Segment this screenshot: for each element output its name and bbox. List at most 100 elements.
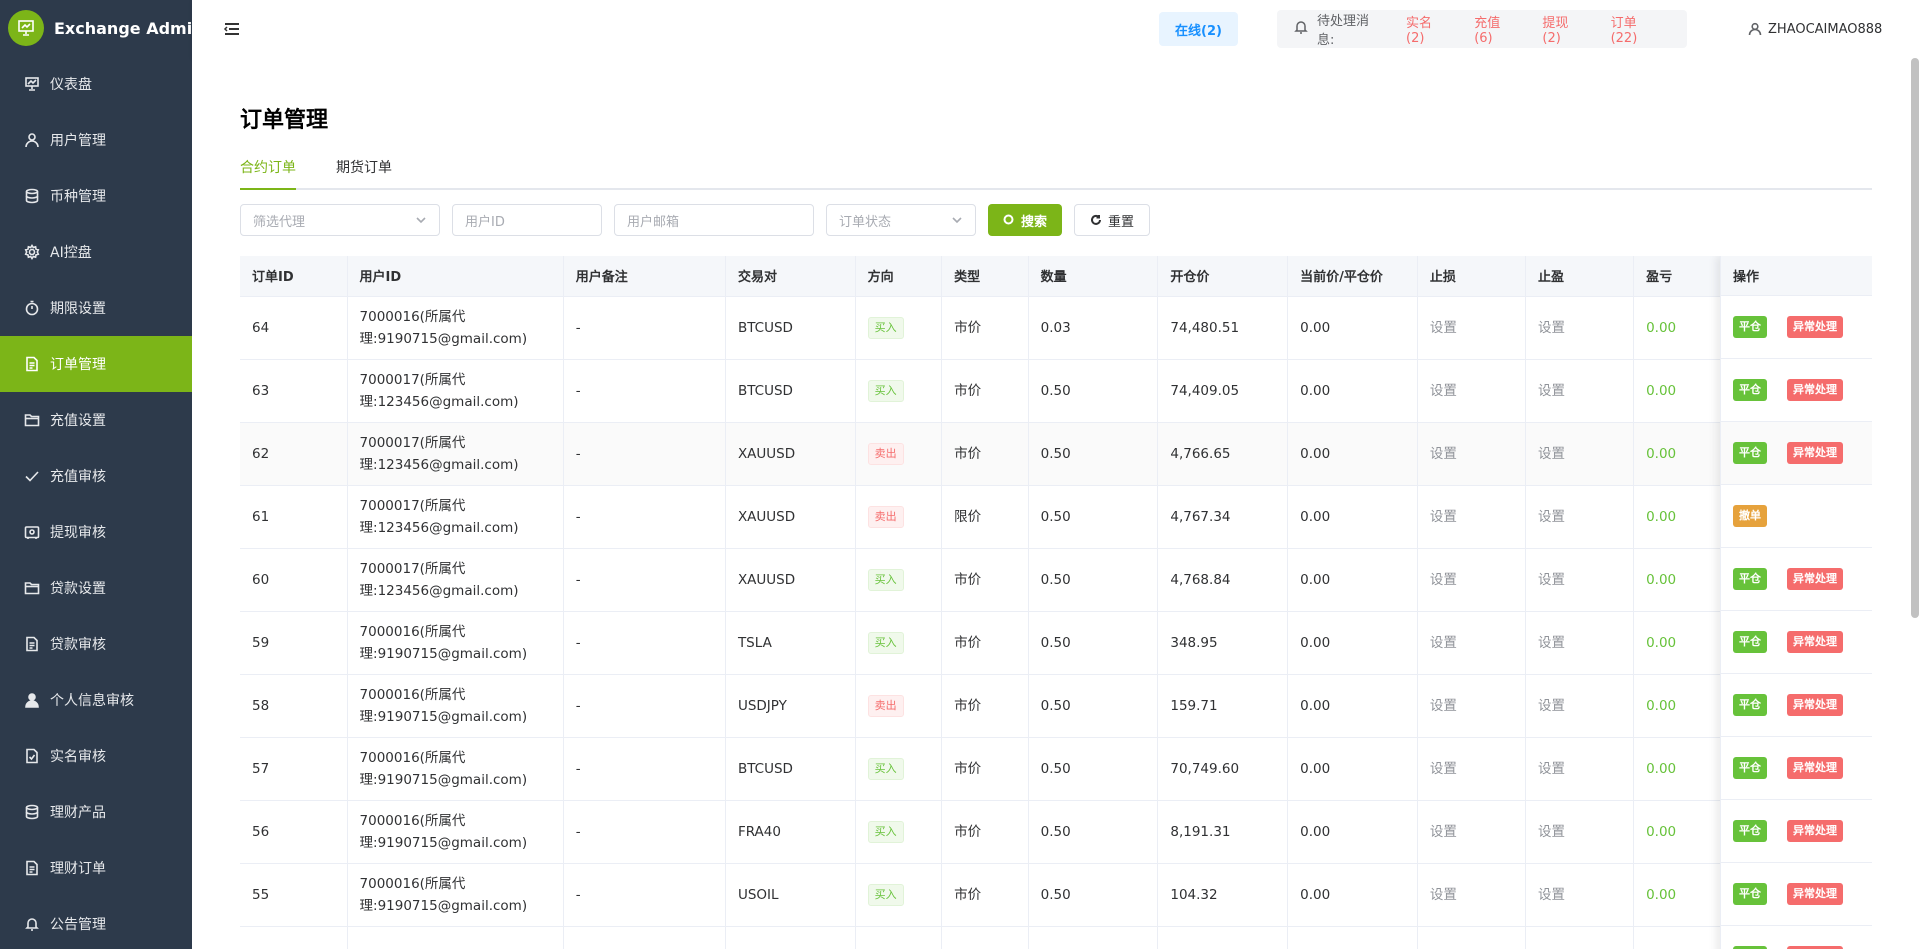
- take-profit-set-link[interactable]: 设置: [1538, 446, 1565, 462]
- sidebar-item-5[interactable]: 订单管理: [0, 336, 192, 392]
- pending-deposit-link[interactable]: 充值(6): [1474, 12, 1518, 46]
- open-price-cell: 348.95: [1157, 611, 1289, 675]
- close-position-button[interactable]: 平仓: [1733, 883, 1767, 905]
- sidebar-item-11[interactable]: 个人信息审核: [0, 672, 192, 728]
- user-id-input[interactable]: 用户ID: [452, 204, 602, 236]
- stop-loss-set-link[interactable]: 设置: [1430, 635, 1457, 651]
- open-price-cell: 74,480.51: [1157, 296, 1289, 360]
- stop-loss-set-link[interactable]: 设置: [1430, 761, 1457, 777]
- user-agent-line: 理:123456@gmail.com): [359, 456, 519, 473]
- close-position-button[interactable]: 平仓: [1733, 694, 1767, 716]
- agent-select[interactable]: 筛选代理: [240, 204, 440, 236]
- user-email-input[interactable]: 用户邮箱: [614, 204, 814, 236]
- abnormal-handle-button[interactable]: 异常处理: [1787, 883, 1843, 905]
- stop-loss-set-link[interactable]: 设置: [1430, 383, 1457, 399]
- quantity-cell: 0.50: [1028, 485, 1159, 549]
- pending-order-link[interactable]: 订单(22): [1611, 12, 1663, 46]
- sidebar-item-8[interactable]: 提现审核: [0, 504, 192, 560]
- stop-loss-set-link[interactable]: 设置: [1430, 698, 1457, 714]
- take-profit-cell: 设置: [1525, 863, 1635, 927]
- close-position-button[interactable]: 平仓: [1733, 568, 1767, 590]
- online-count-badge[interactable]: 在线(2): [1159, 12, 1238, 46]
- user-menu[interactable]: ZHAOCAIMAO888: [1748, 0, 1882, 58]
- open-price-cell: 4,766.65: [1157, 422, 1289, 486]
- close-position-button[interactable]: 平仓: [1733, 757, 1767, 779]
- take-profit-set-link[interactable]: 设置: [1538, 887, 1565, 903]
- stop-loss-set-link[interactable]: 设置: [1430, 824, 1457, 840]
- abnormal-handle-button[interactable]: 异常处理: [1787, 379, 1843, 401]
- close-position-button[interactable]: 平仓: [1733, 442, 1767, 464]
- sidebar-item-0[interactable]: 仪表盘: [0, 56, 192, 112]
- order-status-select[interactable]: 订单状态: [826, 204, 976, 236]
- sidebar-item-10[interactable]: 贷款审核: [0, 616, 192, 672]
- abnormal-handle-button[interactable]: 异常处理: [1787, 757, 1843, 779]
- take-profit-set-link[interactable]: 设置: [1538, 635, 1565, 651]
- sidebar-item-2[interactable]: 币种管理: [0, 168, 192, 224]
- sidebar-item-13[interactable]: 理财产品: [0, 784, 192, 840]
- trading-pair-cell: BTCUSD: [725, 737, 856, 801]
- direction-cell: 卖出: [855, 422, 943, 486]
- reset-button[interactable]: 重置: [1074, 204, 1151, 236]
- take-profit-set-link[interactable]: 设置: [1538, 761, 1565, 777]
- take-profit-set-link[interactable]: 设置: [1538, 320, 1565, 336]
- stop-loss-set-link[interactable]: 设置: [1430, 320, 1457, 336]
- document-check-icon: [24, 748, 40, 764]
- sidebar-item-label: 币种管理: [50, 189, 106, 205]
- order-id-cell: 63: [240, 359, 348, 423]
- pending-messages: 待处理消息: 实名(2) 充值(6) 提现(2) 订单(22): [1277, 10, 1687, 48]
- close-position-button[interactable]: 平仓: [1733, 820, 1767, 842]
- take-profit-set-link[interactable]: 设置: [1538, 509, 1565, 525]
- sidebar-item-4[interactable]: 期限设置: [0, 280, 192, 336]
- tab-futures-orders[interactable]: 期货订单: [336, 152, 392, 190]
- table-row: 57 7000016(所属代 理:9190715@gmail.com) - BTCUSD…: [240, 737, 1872, 801]
- close-position-button[interactable]: 平仓: [1733, 316, 1767, 338]
- order-id-cell: 61: [240, 485, 348, 549]
- order-type-cell: 限价: [941, 485, 1029, 549]
- stop-loss-set-link[interactable]: 设置: [1430, 572, 1457, 588]
- open-price-cell: 4,767.34: [1157, 485, 1289, 549]
- sidebar-item-12[interactable]: 实名审核: [0, 728, 192, 784]
- abnormal-handle-button[interactable]: 异常处理: [1787, 316, 1843, 338]
- username[interactable]: ZHAOCAIMAO888: [1768, 22, 1882, 37]
- user-note-cell: [563, 926, 726, 949]
- sidebar-item-3[interactable]: AI控盘: [0, 224, 192, 280]
- sidebar-item-6[interactable]: 充值设置: [0, 392, 192, 448]
- abnormal-handle-button[interactable]: 异常处理: [1787, 631, 1843, 653]
- op-column-header: 操作: [1721, 256, 1872, 296]
- stop-loss-set-link[interactable]: 设置: [1430, 446, 1457, 462]
- current-price-cell: 0.00: [1287, 548, 1418, 612]
- take-profit-set-link[interactable]: 设置: [1538, 383, 1565, 399]
- sidebar-item-1[interactable]: 用户管理: [0, 112, 192, 168]
- take-profit-set-link[interactable]: 设置: [1538, 824, 1565, 840]
- order-tabs: 合约订单 期货订单: [240, 152, 1872, 190]
- abnormal-handle-button[interactable]: 异常处理: [1787, 442, 1843, 464]
- close-position-button[interactable]: 平仓: [1733, 379, 1767, 401]
- close-position-button[interactable]: 平仓: [1733, 631, 1767, 653]
- tab-contract-orders[interactable]: 合约订单: [240, 152, 296, 190]
- page-scrollbar[interactable]: [1911, 58, 1919, 618]
- pending-realname-link[interactable]: 实名(2): [1406, 12, 1450, 46]
- current-price-cell: 0.00: [1287, 737, 1418, 801]
- abnormal-handle-button[interactable]: 异常处理: [1787, 820, 1843, 842]
- order-id-cell: 62: [240, 422, 348, 486]
- stop-loss-set-link[interactable]: 设置: [1430, 887, 1457, 903]
- abnormal-handle-button[interactable]: 异常处理: [1787, 568, 1843, 590]
- current-price-cell: 0.00: [1287, 296, 1418, 360]
- sidebar-item-label: 充值设置: [50, 413, 106, 429]
- sidebar-item-9[interactable]: 贷款设置: [0, 560, 192, 616]
- direction-cell: 买入: [855, 611, 943, 675]
- sidebar-item-15[interactable]: 公告管理: [0, 896, 192, 949]
- cancel-order-button[interactable]: 撤单: [1733, 505, 1767, 527]
- take-profit-set-link[interactable]: 设置: [1538, 698, 1565, 714]
- user-id-cell: 7000017(所属代 理:123456@gmail.com): [347, 422, 564, 486]
- search-button[interactable]: 搜索: [988, 204, 1063, 236]
- stop-loss-set-link[interactable]: 设置: [1430, 509, 1457, 525]
- menu-toggle-icon[interactable]: [222, 19, 242, 39]
- sidebar-item-14[interactable]: 理财订单: [0, 840, 192, 896]
- order-type-cell: 市价: [941, 422, 1029, 486]
- current-price-cell: 0.00: [1287, 485, 1418, 549]
- take-profit-set-link[interactable]: 设置: [1538, 572, 1565, 588]
- sidebar-item-7[interactable]: 充值审核: [0, 448, 192, 504]
- abnormal-handle-button[interactable]: 异常处理: [1787, 694, 1843, 716]
- pending-withdraw-link[interactable]: 提现(2): [1542, 12, 1586, 46]
